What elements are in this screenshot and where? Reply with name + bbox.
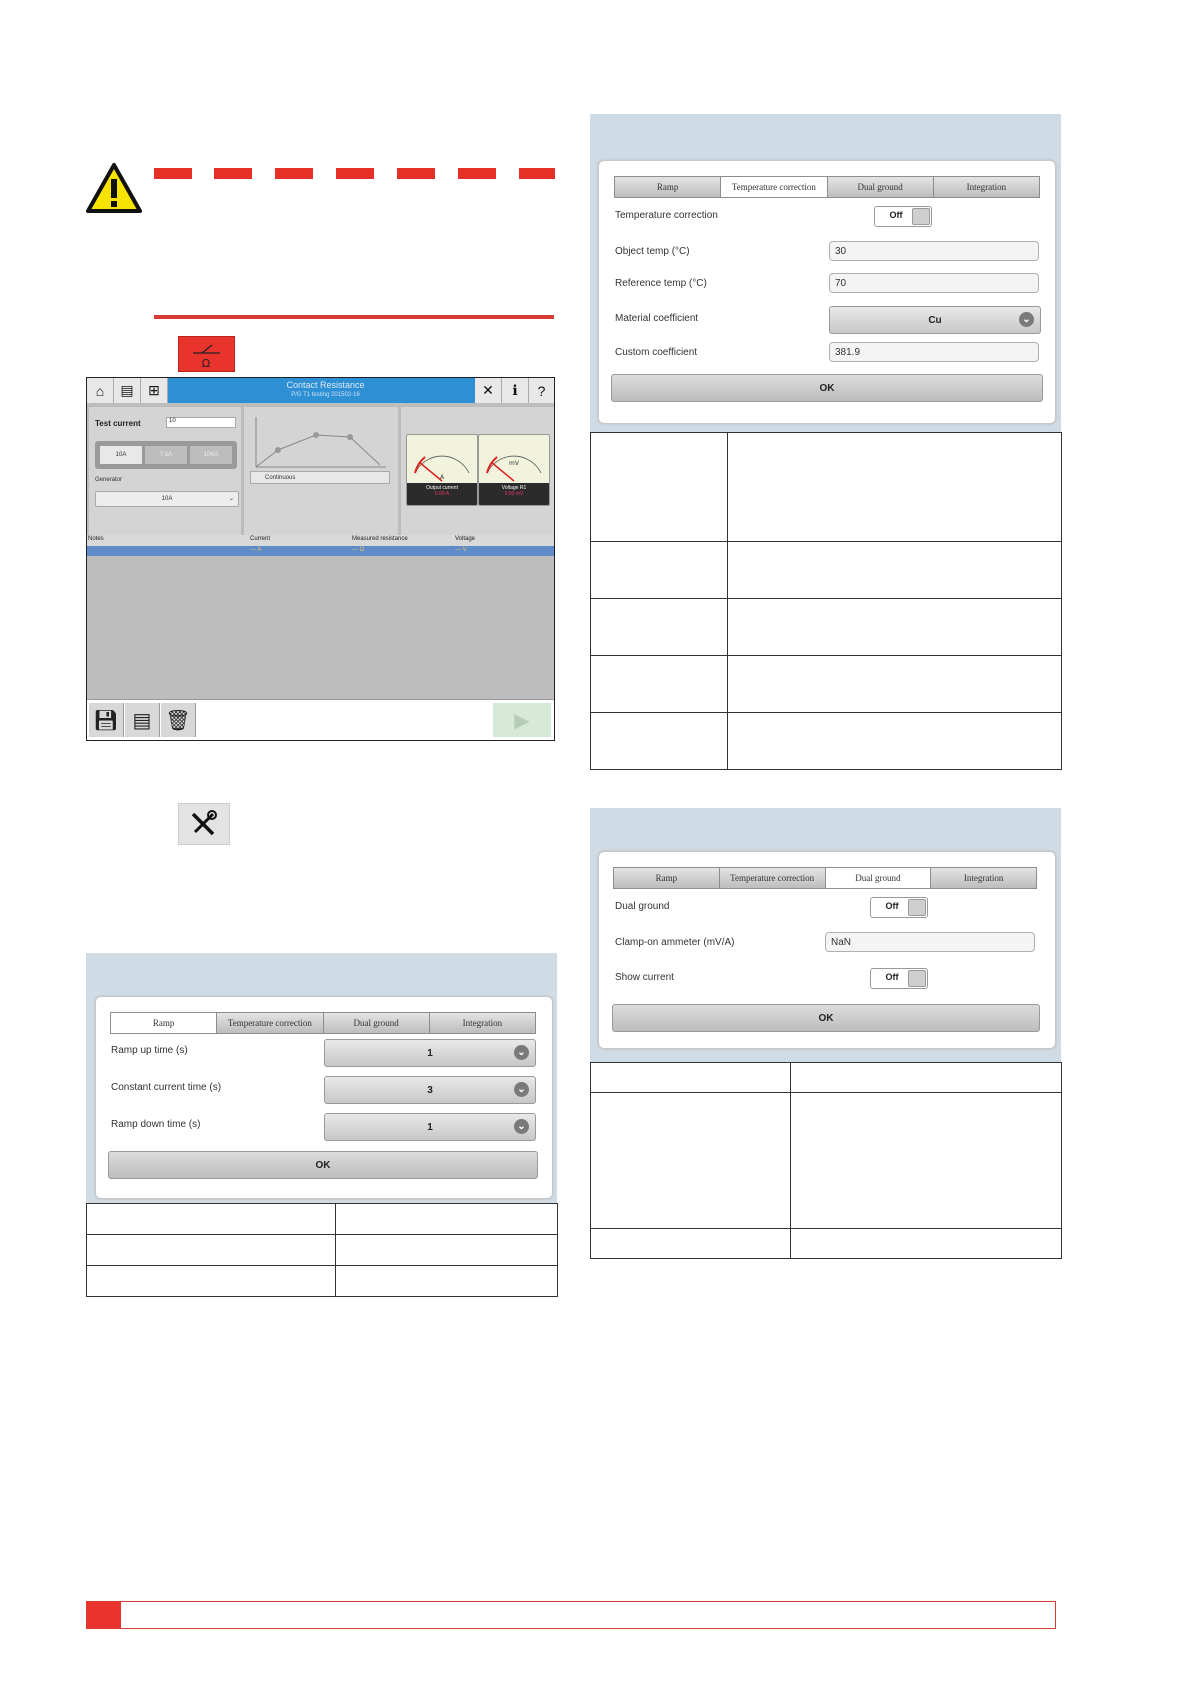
app-topbar: ⌂ ▤ ⊞ Contact Resistance P/G T1 testing … [87, 378, 554, 403]
clipboard-icon[interactable]: ▤ [114, 378, 141, 403]
custom-coefficient-field[interactable]: 381.9 [829, 342, 1039, 362]
contact-resistance-screen: ⌂ ▤ ⊞ Contact Resistance P/G T1 testing … [86, 377, 555, 741]
column-measured-resistance: Measured resistance [352, 536, 408, 542]
show-current-toggle[interactable]: Off [870, 968, 928, 989]
app-bottombar: 💾︎ ▤ 🗑︎ ▶ [87, 699, 554, 740]
tab-ramp[interactable]: Ramp [614, 868, 720, 888]
temperature-description-table [590, 432, 1062, 770]
chevron-down-icon: ⌄ [514, 1119, 529, 1134]
tools-icon[interactable]: ✕ [475, 378, 502, 403]
tab-temperature-correction[interactable]: Temperature correction [721, 177, 828, 197]
generator-label: Generator [95, 477, 123, 483]
ramp-preview-panel: Continuous [243, 406, 399, 536]
dual-ground-label: Dual ground [615, 901, 670, 912]
ramp-up-select[interactable]: 1 ⌄ [324, 1039, 536, 1067]
object-temp-label: Object temp (°C) [615, 246, 690, 257]
ramp-dialog: Ramp Temperature correction Dual ground … [95, 996, 553, 1199]
current-10a-button[interactable]: 10A [100, 446, 142, 464]
voltage-meter: mV Voltage R1 0.00 mV [478, 434, 550, 506]
test-current-panel: Test current 10 10A 7.5A 10KA Generator … [88, 406, 242, 536]
delete-icon[interactable]: 🗑︎ [161, 703, 196, 737]
chevron-down-icon: ⌄ [514, 1045, 529, 1060]
column-current: Current [250, 536, 271, 542]
dual-ground-description-table [590, 1062, 1062, 1259]
temperature-correction-toggle[interactable]: Off [874, 206, 932, 227]
tab-dual-ground[interactable]: Dual ground [827, 177, 934, 197]
tab-dual-ground[interactable]: Dual ground [323, 1013, 430, 1033]
clamp-ammeter-label: Clamp-on ammeter (mV/A) [615, 937, 735, 948]
tab-temperature-correction[interactable]: Temperature correction [719, 868, 826, 888]
warning-end-line [154, 315, 554, 319]
test-current-input[interactable]: 10 [166, 417, 236, 428]
reference-temp-label: Reference temp (°C) [615, 278, 707, 289]
ok-button[interactable]: OK [108, 1151, 538, 1179]
ramp-description-table [86, 1203, 558, 1297]
generator-select[interactable]: 10A ⌄ [95, 491, 239, 507]
current-7-5a-button[interactable]: 7.5A [145, 446, 187, 464]
help-icon[interactable]: ? [529, 378, 554, 403]
start-button[interactable]: ▶ [493, 703, 551, 737]
ramp-graph [255, 417, 386, 468]
footer-page-marker [87, 1602, 121, 1628]
warning-triangle-icon [86, 163, 142, 213]
reference-temp-field[interactable]: 70 [829, 273, 1039, 293]
save-icon[interactable]: 💾︎ [89, 703, 124, 737]
grid-icon[interactable]: ⊞ [141, 378, 168, 403]
material-coefficient-label: Material coefficient [615, 313, 699, 324]
app-title: Contact Resistance P/G T1 testing 201502… [286, 380, 365, 398]
ramp-up-label: Ramp up time (s) [111, 1045, 188, 1056]
save-as-icon[interactable]: ▤ [125, 703, 160, 737]
tab-dual-ground[interactable]: Dual ground [825, 868, 932, 888]
temperature-correction-dialog: Ramp Temperature correction Dual ground … [598, 160, 1056, 424]
tab-integration[interactable]: Integration [429, 1013, 535, 1033]
contact-resistance-icon: Ω [178, 336, 235, 372]
info-icon[interactable]: ℹ [502, 378, 529, 403]
tab-temperature-correction[interactable]: Temperature correction [217, 1013, 324, 1033]
object-temp-field[interactable]: 30 [829, 241, 1039, 261]
output-current-meter: A Output current 0.00 A [406, 434, 478, 506]
svg-text:mV: mV [509, 460, 520, 467]
tab-ramp[interactable]: Ramp [615, 177, 722, 197]
home-icon[interactable]: ⌂ [87, 378, 114, 403]
test-current-label: Test current [95, 419, 141, 428]
column-notes: Notes [88, 536, 104, 542]
tab-integration[interactable]: Integration [931, 868, 1036, 888]
dual-ground-dialog: Ramp Temperature correction Dual ground … [598, 851, 1056, 1049]
tab-ramp[interactable]: Ramp [111, 1013, 218, 1033]
show-current-label: Show current [615, 972, 674, 983]
tools-icon [178, 803, 230, 845]
constant-current-select[interactable]: 3 ⌄ [324, 1076, 536, 1104]
svg-text:Ω: Ω [202, 357, 210, 370]
ok-button[interactable]: OK [611, 374, 1043, 402]
chevron-down-icon: ⌄ [514, 1082, 529, 1097]
ok-button[interactable]: OK [612, 1004, 1040, 1032]
page-footer [86, 1601, 1056, 1629]
material-coefficient-select[interactable]: Cu ⌄ [829, 306, 1041, 334]
column-voltage: Voltage [455, 536, 476, 542]
table-row[interactable]: — A — Ω — V [87, 546, 554, 556]
continuous-checkbox[interactable]: Continuous [250, 471, 390, 484]
ramp-down-select[interactable]: 1 ⌄ [324, 1113, 536, 1141]
svg-text:A: A [440, 474, 445, 481]
meters-panel: A Output current 0.00 A mV Voltage R1 0.00… [400, 406, 554, 536]
ramp-down-label: Ramp down time (s) [111, 1119, 201, 1130]
current-10ka-button[interactable]: 10KA [190, 446, 232, 464]
custom-coefficient-label: Custom coefficient [615, 347, 698, 358]
dual-ground-toggle[interactable]: Off [870, 897, 928, 918]
clamp-ammeter-field[interactable]: NaN [825, 932, 1035, 952]
constant-current-label: Constant current time (s) [111, 1082, 222, 1093]
chevron-down-icon: ⌄ [1019, 312, 1034, 327]
temperature-correction-label: Temperature correction [615, 210, 718, 221]
tab-integration[interactable]: Integration [933, 177, 1039, 197]
